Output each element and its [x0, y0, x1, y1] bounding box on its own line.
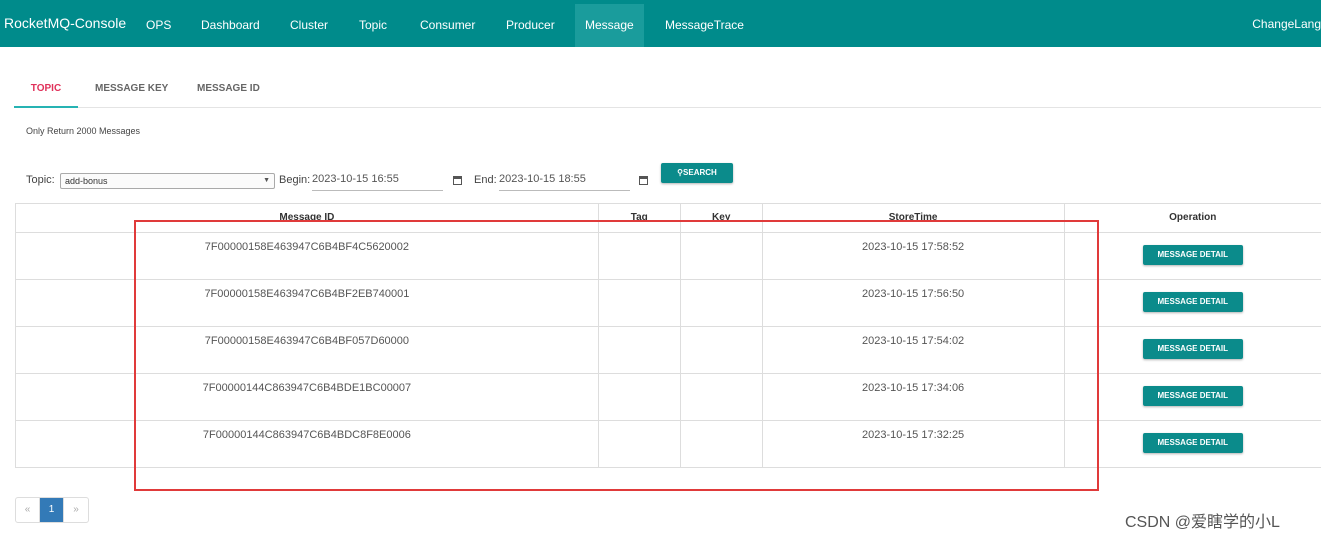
tag-cell [597, 373, 681, 421]
calendar-icon[interactable] [453, 176, 462, 185]
nav-producer[interactable]: Producer [496, 4, 565, 47]
table-row: 7F00000158E463947C6B4BF4C5620002 2023-10… [15, 232, 1321, 280]
operation-cell: MESSAGE DETAIL [1063, 279, 1321, 327]
pager-prev-button[interactable]: « [16, 498, 40, 522]
tag-cell [597, 279, 681, 327]
message-detail-button[interactable]: MESSAGE DETAIL [1142, 339, 1243, 359]
topic-label: Topic: [26, 174, 55, 186]
operation-cell: MESSAGE DETAIL [1063, 326, 1321, 374]
header-key: Key [679, 203, 763, 233]
key-cell [679, 279, 763, 327]
table-row: 7F00000158E463947C6B4BF057D60000 2023-10… [15, 326, 1321, 374]
storetime-cell: 2023-10-15 17:34:06 [761, 373, 1065, 421]
message-detail-button[interactable]: MESSAGE DETAIL [1142, 245, 1243, 265]
tag-cell [597, 420, 681, 468]
message-table: Message ID Tag Key StoreTime Operation 7… [15, 203, 1321, 468]
search-button-label: SEARCH [683, 168, 717, 177]
begin-label: Begin: [279, 174, 311, 186]
message-id-cell: 7F00000144C863947C6B4BDE1BC00007 [15, 373, 599, 421]
message-id-cell: 7F00000144C863947C6B4BDC8F8E0006 [15, 420, 599, 468]
chevron-down-icon: ▼ [263, 177, 270, 184]
message-detail-button[interactable]: MESSAGE DETAIL [1142, 433, 1243, 453]
storetime-cell: 2023-10-15 17:32:25 [761, 420, 1065, 468]
nav-topic[interactable]: Topic [349, 4, 397, 47]
message-id-cell: 7F00000158E463947C6B4BF4C5620002 [15, 232, 599, 280]
change-language-menu[interactable]: ChangeLang [1252, 4, 1321, 47]
pager-next-button[interactable]: » [64, 498, 88, 522]
nav-ops[interactable]: OPS [136, 4, 181, 47]
table-row: 7F00000144C863947C6B4BDE1BC00007 2023-10… [15, 373, 1321, 421]
nav-dashboard[interactable]: Dashboard [191, 4, 270, 47]
key-cell [679, 373, 763, 421]
tab-topic[interactable]: TOPIC [14, 72, 78, 108]
calendar-icon[interactable] [639, 176, 648, 185]
header-message-id: Message ID [15, 203, 599, 233]
nav-cluster[interactable]: Cluster [280, 4, 338, 47]
tab-message-key[interactable]: MESSAGE KEY [95, 72, 168, 108]
operation-cell: MESSAGE DETAIL [1063, 232, 1321, 280]
storetime-cell: 2023-10-15 17:56:50 [761, 279, 1065, 327]
topic-select[interactable]: add-bonus ▼ [60, 173, 275, 189]
storetime-cell: 2023-10-15 17:58:52 [761, 232, 1065, 280]
key-cell [679, 420, 763, 468]
nav-message[interactable]: Message [575, 4, 644, 47]
search-mode-tabs: TOPIC MESSAGE KEY MESSAGE ID [14, 72, 1321, 108]
key-cell [679, 232, 763, 280]
message-detail-button[interactable]: MESSAGE DETAIL [1142, 292, 1243, 312]
message-detail-button[interactable]: MESSAGE DETAIL [1142, 386, 1243, 406]
pager-page-1[interactable]: 1 [40, 498, 64, 522]
table-row: 7F00000158E463947C6B4BF2EB740001 2023-10… [15, 279, 1321, 327]
result-limit-note: Only Return 2000 Messages [26, 126, 141, 136]
csdn-watermark: CSDN @爱瞎学的小L [1125, 514, 1280, 531]
table-row: 7F00000144C863947C6B4BDC8F8E0006 2023-10… [15, 420, 1321, 468]
storetime-cell: 2023-10-15 17:54:02 [761, 326, 1065, 374]
end-label: End: [474, 174, 497, 186]
nav-consumer[interactable]: Consumer [410, 4, 485, 47]
tag-cell [597, 232, 681, 280]
header-storetime: StoreTime [761, 203, 1065, 233]
end-date-input[interactable]: 2023-10-15 18:55 [499, 170, 630, 191]
tag-cell [597, 326, 681, 374]
tab-message-id[interactable]: MESSAGE ID [197, 72, 260, 108]
search-button[interactable]: ⚲SEARCH [661, 163, 733, 183]
topic-select-value: add-bonus [65, 176, 108, 186]
header-operation: Operation [1063, 203, 1321, 233]
header-tag: Tag [597, 203, 681, 233]
message-id-cell: 7F00000158E463947C6B4BF2EB740001 [15, 279, 599, 327]
top-navbar: RocketMQ-Console OPS Dashboard Cluster T… [0, 0, 1321, 47]
operation-cell: MESSAGE DETAIL [1063, 420, 1321, 468]
pagination: « 1 » [15, 497, 89, 523]
table-header-row: Message ID Tag Key StoreTime Operation [15, 203, 1321, 233]
operation-cell: MESSAGE DETAIL [1063, 373, 1321, 421]
begin-date-input[interactable]: 2023-10-15 16:55 [312, 170, 443, 191]
nav-messagetrace[interactable]: MessageTrace [655, 4, 754, 47]
message-id-cell: 7F00000158E463947C6B4BF057D60000 [15, 326, 599, 374]
brand-logo[interactable]: RocketMQ-Console [4, 15, 126, 31]
key-cell [679, 326, 763, 374]
